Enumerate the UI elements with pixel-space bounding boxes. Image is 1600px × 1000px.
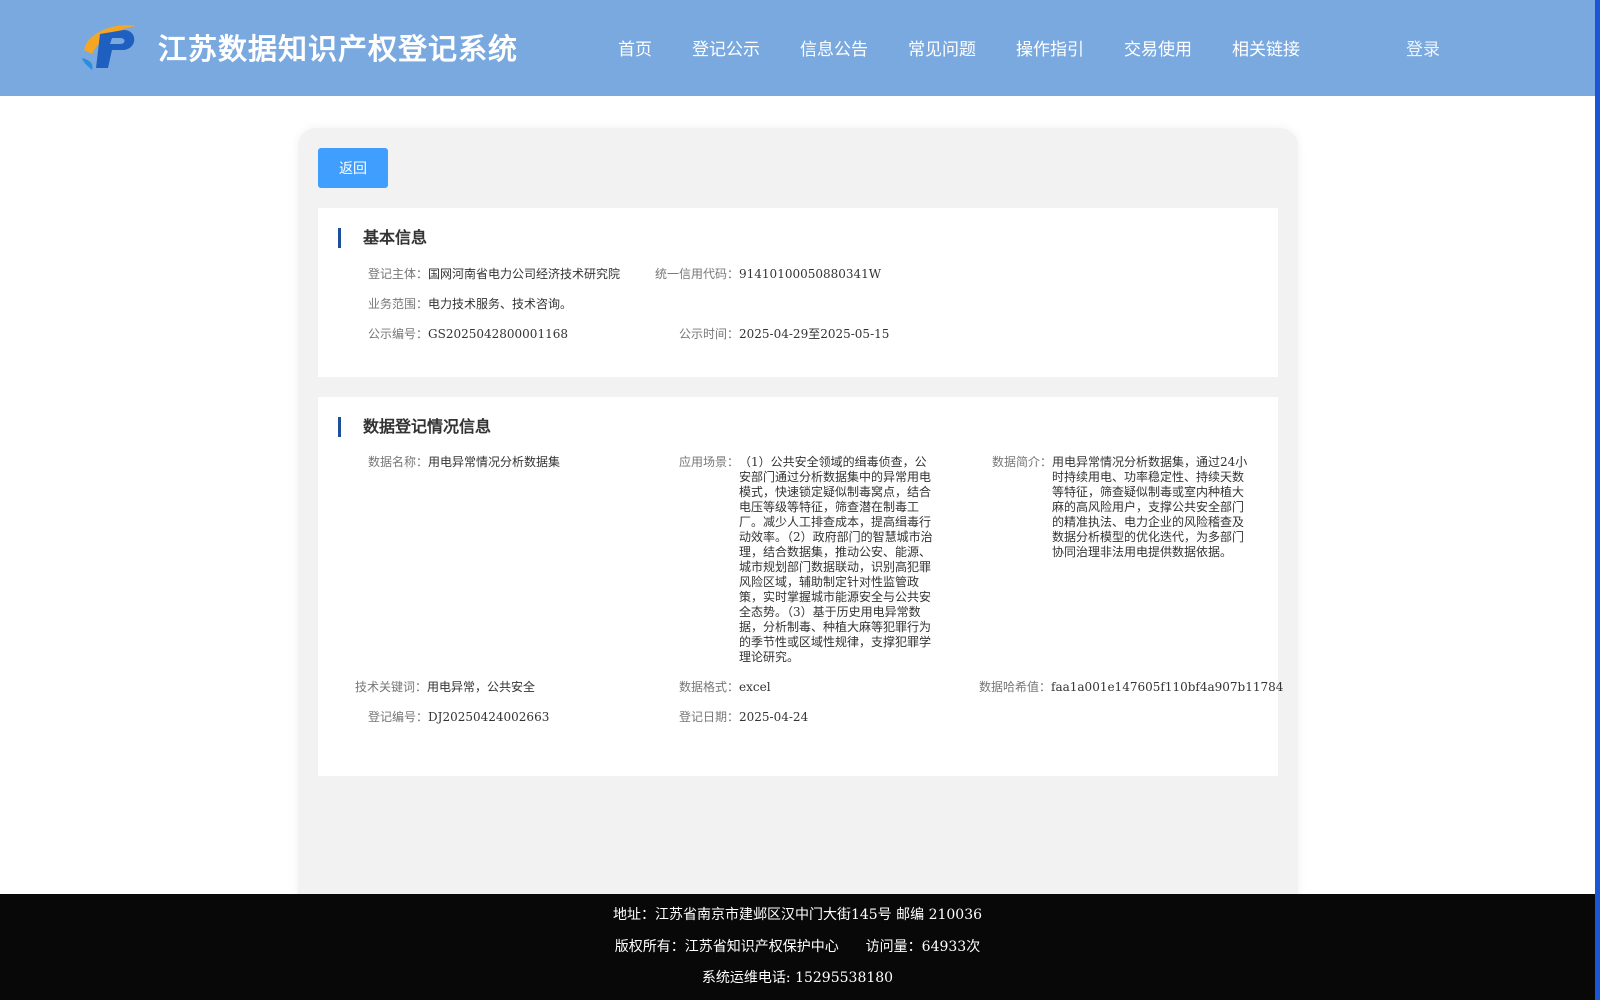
footer-phone: 系统运维电话: 15295538180 bbox=[701, 970, 894, 986]
field-label: 数据简介： bbox=[992, 455, 1053, 469]
field-value: （1）公共安全领域的缉毒侦查，公安部门通过分析数据集中的异常用电模式，快速锁定疑… bbox=[739, 455, 933, 664]
field-label: 统一信用代码： bbox=[655, 267, 740, 281]
field-label: 登记主体： bbox=[368, 267, 429, 281]
data-registration-card: 数据登记情况信息 数据名称： 用电异常情况分析数据集 应用场景： （1）公共安全… bbox=[318, 397, 1283, 776]
site-footer: 地址：江苏省南京市建邺区汉中门大街145号 邮编 210036 版权所有：江苏省… bbox=[0, 894, 1595, 1000]
footer-address: 地址：江苏省南京市建邺区汉中门大街145号 邮编 210036 bbox=[612, 907, 983, 923]
nav-item-links[interactable]: 相关链接 bbox=[1232, 35, 1300, 60]
field-value: 用电异常情况分析数据集 bbox=[428, 455, 561, 469]
field-value: excel bbox=[739, 680, 771, 694]
footer-visit-count: 访问量：64933次 bbox=[865, 939, 981, 955]
field-label: 公示编号： bbox=[368, 327, 429, 341]
basic-info-title: 基本信息 bbox=[338, 228, 427, 248]
field-value: 用电异常，公共安全 bbox=[427, 680, 536, 694]
field-data-format: 数据格式： excel bbox=[679, 680, 771, 695]
field-business-scope: 业务范围： 电力技术服务、技术咨询。 bbox=[368, 297, 572, 312]
scrollbar-edge bbox=[1595, 0, 1600, 1000]
field-value: 电力技术服务、技术咨询。 bbox=[428, 297, 573, 311]
detail-panel: 返回 基本信息 登记主体： 国网河南省电力公司经济技术研究院 统一信用代码： 9… bbox=[298, 128, 1298, 928]
field-value: 2025-04-24 bbox=[739, 710, 809, 724]
field-label: 应用场景： bbox=[679, 455, 740, 469]
nav-item-announcements[interactable]: 信息公告 bbox=[800, 35, 868, 60]
field-data-name: 数据名称： 用电异常情况分析数据集 bbox=[368, 455, 560, 470]
back-button[interactable]: 返回 bbox=[318, 148, 388, 188]
field-label: 登记编号： bbox=[368, 710, 429, 724]
field-value: faa1a001e147605f110bf4a907b11784 bbox=[1051, 680, 1284, 694]
field-value: DJ20250424002663 bbox=[428, 710, 550, 724]
field-keywords: 技术关键词： 用电异常，公共安全 bbox=[355, 680, 535, 695]
field-value: 用电异常情况分析数据集，通过24小时持续用电、功率稳定性、持续天数等特征，筛查疑… bbox=[1052, 455, 1248, 559]
field-credit-code: 统一信用代码： 91410100050880341W bbox=[655, 267, 881, 282]
login-link[interactable]: 登录 bbox=[1406, 35, 1440, 60]
main-nav: 首页 登记公示 信息公告 常见问题 操作指引 交易使用 相关链接 bbox=[618, 35, 1340, 60]
nav-item-faq[interactable]: 常见问题 bbox=[908, 35, 976, 60]
field-value: 91410100050880341W bbox=[739, 267, 882, 281]
basic-info-card: 基本信息 登记主体： 国网河南省电力公司经济技术研究院 统一信用代码： 9141… bbox=[318, 208, 1278, 377]
field-data-hash: 数据哈希值： faa1a001e147605f110bf4a907b11784 bbox=[979, 680, 1283, 695]
nav-item-trade[interactable]: 交易使用 bbox=[1124, 35, 1192, 60]
site-header: 江苏数据知识产权登记系统 首页 登记公示 信息公告 常见问题 操作指引 交易使用… bbox=[0, 0, 1595, 96]
field-label: 数据哈希值： bbox=[979, 680, 1052, 694]
field-label: 公示时间： bbox=[679, 327, 740, 341]
field-label: 业务范围： bbox=[368, 297, 429, 311]
field-value: GS2025042800001168 bbox=[428, 327, 568, 341]
nav-item-home[interactable]: 首页 bbox=[618, 35, 652, 60]
site-title: 江苏数据知识产权登记系统 bbox=[158, 32, 519, 66]
footer-copyright-line: 版权所有：江苏省知识产权保护中心 访问量：64933次 bbox=[0, 936, 1595, 956]
footer-copyright: 版权所有：江苏省知识产权保护中心 bbox=[614, 939, 839, 955]
field-label: 数据名称： bbox=[368, 455, 429, 469]
nav-item-registration-notice[interactable]: 登记公示 bbox=[692, 35, 760, 60]
field-label: 登记日期： bbox=[679, 710, 740, 724]
field-registration-date: 登记日期： 2025-04-24 bbox=[679, 710, 808, 725]
field-registration-number: 登记编号： DJ20250424002663 bbox=[368, 710, 549, 725]
field-subject: 登记主体： 国网河南省电力公司经济技术研究院 bbox=[368, 267, 620, 282]
field-label: 技术关键词： bbox=[355, 680, 428, 694]
data-registration-title: 数据登记情况信息 bbox=[338, 417, 491, 437]
field-publication-time: 公示时间： 2025-04-29至2025-05-15 bbox=[679, 327, 889, 342]
field-publication-number: 公示编号： GS2025042800001168 bbox=[368, 327, 568, 342]
field-value: 2025-04-29至2025-05-15 bbox=[739, 327, 890, 341]
field-data-intro: 数据简介： 用电异常情况分析数据集，通过24小时持续用电、功率稳定性、持续天数等… bbox=[992, 455, 1248, 560]
nav-item-guide[interactable]: 操作指引 bbox=[1016, 35, 1084, 60]
field-label: 数据格式： bbox=[679, 680, 740, 694]
field-value: 国网河南省电力公司经济技术研究院 bbox=[428, 267, 621, 281]
field-application-scenario: 应用场景： （1）公共安全领域的缉毒侦查，公安部门通过分析数据集中的异常用电模式… bbox=[679, 455, 937, 665]
site-logo-icon bbox=[82, 25, 136, 70]
